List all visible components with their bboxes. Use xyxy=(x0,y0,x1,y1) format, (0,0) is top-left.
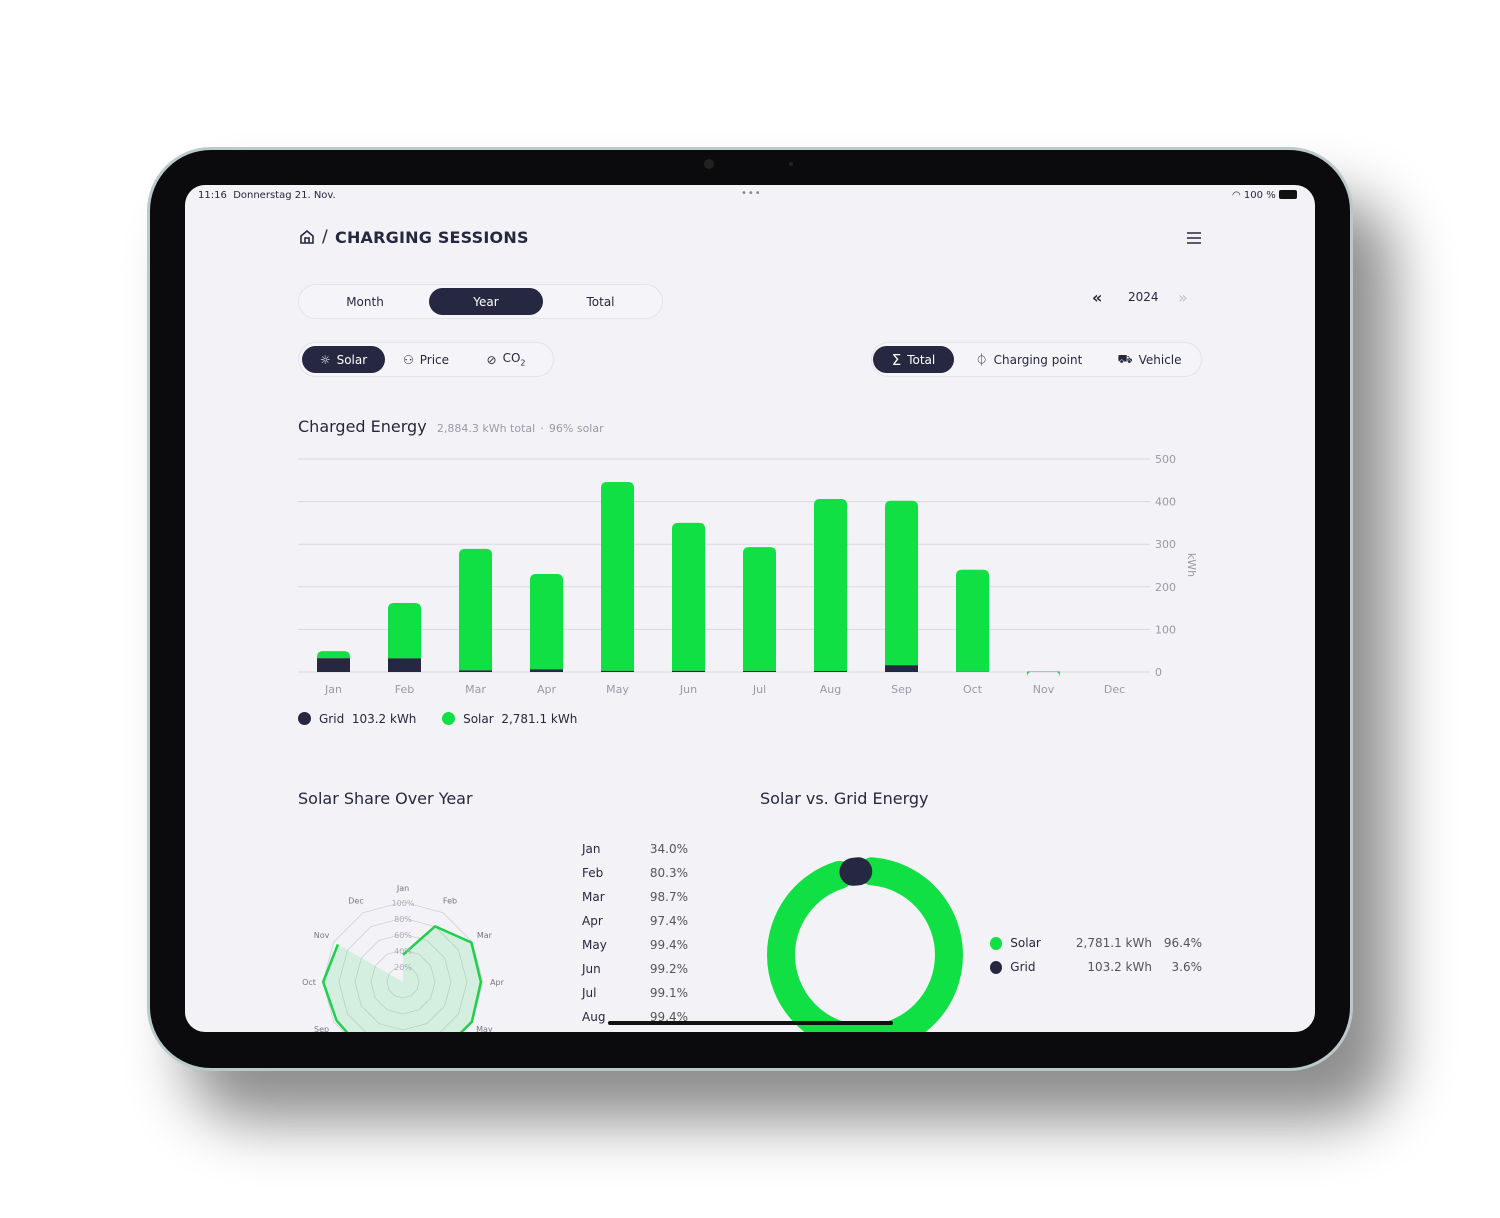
radar-ring-label: 40% xyxy=(394,947,412,956)
solar-bar xyxy=(672,522,705,671)
share: 98.7% xyxy=(649,890,688,904)
radar-ring-label: 80% xyxy=(394,915,412,924)
solar-bar xyxy=(956,569,989,672)
share: 34.0% xyxy=(649,842,688,856)
solar-share-table: Jan 34.0% Feb 80.3% Mar 98.7% Apr 97.4% May 99.4%… xyxy=(582,842,688,1032)
legend-label: Solar xyxy=(1010,936,1041,950)
legend-dot xyxy=(990,936,1003,950)
table-row: May 99.4% xyxy=(582,938,688,962)
grid-bar xyxy=(672,670,705,672)
table-row: Feb 80.3% xyxy=(582,866,688,890)
radar-ring-label: 20% xyxy=(394,963,412,972)
month: Jun xyxy=(582,962,601,976)
y-tick-label: 500 xyxy=(1155,453,1176,466)
share: 80.3% xyxy=(649,866,688,880)
sensor xyxy=(789,162,793,166)
share: 99.2% xyxy=(649,962,688,976)
y-tick-label: 200 xyxy=(1155,581,1176,594)
month: Jul xyxy=(582,986,597,1000)
month: Mar xyxy=(582,890,605,904)
legend-dot xyxy=(990,960,1003,974)
solar-bar xyxy=(601,482,634,671)
grid-bar xyxy=(814,670,847,672)
legend-pct: 96.4% xyxy=(1163,936,1203,950)
solar-bar xyxy=(885,500,918,666)
x-tick-label: May xyxy=(606,683,629,696)
radar-axis-label: Oct xyxy=(302,978,316,987)
radar-axis-label: Apr xyxy=(490,978,505,987)
legend-value: 103.2 kWh xyxy=(1087,960,1152,974)
donut-title: Solar vs. Grid Energy xyxy=(760,789,929,808)
y-axis-label: kWh xyxy=(1185,553,1198,577)
table-row: Apr 97.4% xyxy=(582,914,688,938)
radar-axis-label: Feb xyxy=(443,897,457,906)
x-tick-label: Sep xyxy=(891,683,912,696)
solar-share-radar-chart: 20%40%60%80%100%JanFebMarAprMayJunJulAug… xyxy=(302,884,505,1032)
home-indicator[interactable] xyxy=(608,1021,893,1025)
radar-axis-label: Nov xyxy=(314,931,330,940)
grid-bar xyxy=(601,670,634,672)
legend-label: Grid xyxy=(1010,960,1036,974)
solar-bar xyxy=(743,547,776,671)
app-screen: 11:16 Donnerstag 21. Nov. ••• ◠ 100 % / … xyxy=(185,185,1315,1032)
donut-legend-item: Solar 2,781.1 kWh 96.4% xyxy=(990,931,1202,955)
radar-ring-label: 60% xyxy=(394,931,412,940)
radar-axis-label: Dec xyxy=(348,897,363,906)
radar-axis-label: Sep xyxy=(314,1025,329,1032)
radar-area xyxy=(323,926,481,1032)
x-tick-label: Jul xyxy=(752,683,766,696)
legend-pct: 3.6% xyxy=(1171,960,1203,974)
solar-grid-donut-chart xyxy=(767,857,963,1032)
x-tick-label: Dec xyxy=(1104,683,1125,696)
donut-legend: Solar 2,781.1 kWh 96.4% Grid 103.2 kWh 3.6% xyxy=(990,931,1202,979)
y-tick-label: 100 xyxy=(1155,623,1176,636)
grid-bar xyxy=(743,670,776,672)
camera xyxy=(704,159,714,169)
y-tick-label: 300 xyxy=(1155,538,1176,551)
legend-value: 2,781.1 kWh xyxy=(1075,936,1152,950)
month: Aug xyxy=(582,1010,606,1024)
donut-legend-item: Grid 103.2 kWh 3.6% xyxy=(990,955,1202,979)
table-row: Mar 98.7% xyxy=(582,890,688,914)
y-tick-label: 0 xyxy=(1155,666,1162,679)
table-row: Jun 99.2% xyxy=(582,962,688,986)
table-row: Jul 99.1% xyxy=(582,986,688,1010)
table-row: Jan 34.0% xyxy=(582,842,688,866)
share: 99.4% xyxy=(649,938,688,952)
x-tick-label: Jun xyxy=(679,683,697,696)
share: 99.1% xyxy=(649,986,688,1000)
grid-bar xyxy=(885,665,918,672)
x-tick-label: Nov xyxy=(1033,683,1055,696)
month: Jan xyxy=(582,842,601,856)
radar-axis-label: May xyxy=(476,1025,493,1032)
share: 97.4% xyxy=(649,914,688,928)
month: May xyxy=(582,938,607,952)
solar-bar xyxy=(1027,671,1060,678)
x-tick-label: Oct xyxy=(963,683,983,696)
radar-axis-label: Jan xyxy=(396,884,409,893)
donut-slice-solar xyxy=(767,857,963,1032)
y-tick-label: 400 xyxy=(1155,496,1176,509)
x-tick-label: Aug xyxy=(820,683,841,696)
month: Apr xyxy=(582,914,603,928)
month: Feb xyxy=(582,866,604,880)
radar-ring-label: 100% xyxy=(392,899,415,908)
solar-bar xyxy=(814,499,847,671)
radar-axis-label: Mar xyxy=(477,931,493,940)
